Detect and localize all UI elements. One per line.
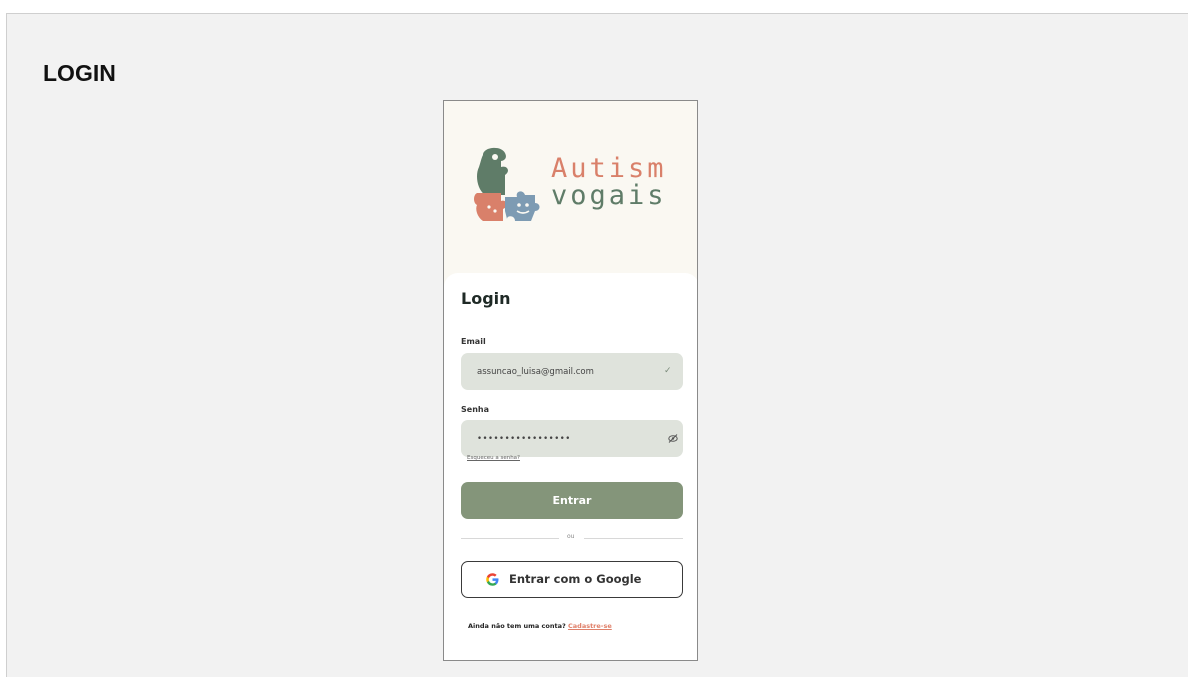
google-icon — [486, 573, 499, 586]
password-label: Senha — [461, 405, 489, 414]
phone-screen: Autism vogais Login Email ✓ Senha Esquec… — [443, 100, 698, 661]
email-label: Email — [461, 337, 486, 346]
page-heading: LOGIN — [43, 60, 116, 86]
brand-logo: Autism vogais — [471, 145, 676, 229]
login-title: Login — [461, 289, 511, 308]
check-icon: ✓ — [664, 366, 672, 376]
email-field[interactable] — [461, 353, 683, 390]
divider-text: ou — [567, 533, 575, 540]
password-field[interactable] — [461, 420, 683, 457]
google-button-label: Entrar com o Google — [509, 572, 642, 586]
signup-prompt-text: Ainda não tem uma conta? — [468, 622, 566, 630]
brand-wordmark: Autism vogais — [551, 155, 667, 209]
eye-off-icon[interactable] — [668, 434, 678, 443]
google-login-button[interactable]: Entrar com o Google — [461, 561, 683, 598]
forgot-password-link[interactable]: Esqueceu a senha? — [467, 455, 520, 461]
divider-left — [461, 538, 559, 539]
canvas-frame: LOGIN Autism vogais Login Email assuncao… — [6, 13, 1188, 677]
login-card: Login — [444, 273, 697, 660]
brand-line-2: vogais — [551, 180, 667, 211]
puzzle-logo-icon — [474, 147, 540, 221]
signup-link[interactable]: Cadastre-se — [568, 622, 612, 630]
login-button[interactable]: Entrar — [461, 482, 683, 519]
divider-right — [584, 538, 683, 539]
signup-prompt: Ainda não tem uma conta? Cadastre-se — [468, 622, 612, 630]
